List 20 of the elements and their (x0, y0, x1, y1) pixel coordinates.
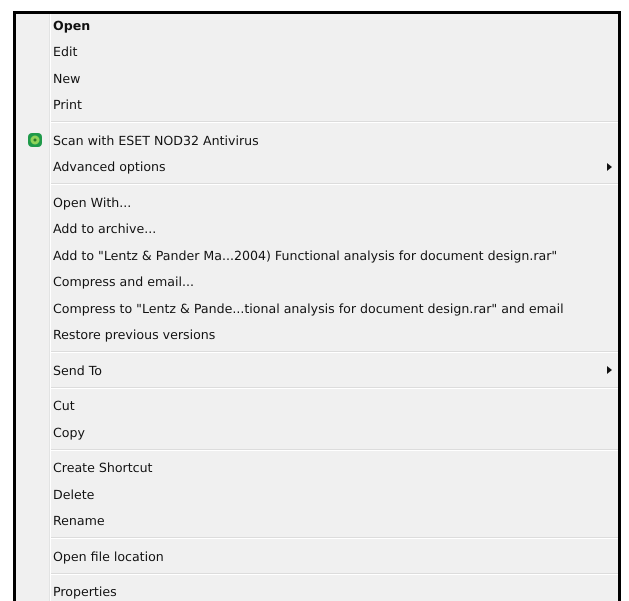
menu-item[interactable]: Open (53, 18, 90, 33)
menu-item[interactable]: Properties (53, 584, 117, 600)
menu-item[interactable]: Print (53, 97, 82, 112)
menu-item[interactable]: Send To (53, 362, 102, 378)
menu-item[interactable]: Open With... (53, 194, 132, 210)
menu-item[interactable]: Delete (53, 486, 94, 502)
menu-item[interactable]: Advanced options (53, 159, 166, 174)
menu-item[interactable]: New (53, 70, 80, 86)
menu-item[interactable]: Cut (53, 398, 75, 414)
menu-item[interactable]: Compress and email... (53, 274, 194, 290)
menu-item[interactable]: Rename (53, 513, 105, 528)
menu-item[interactable]: Add to archive... (53, 221, 156, 236)
menu-item[interactable]: Edit (53, 44, 78, 60)
menu-item[interactable]: Copy (53, 424, 85, 440)
menu-item[interactable]: Add to "Lentz & Pander Ma...2004) Functional analysis for document design.rar" (53, 248, 558, 263)
menu-item[interactable]: Open file location (53, 548, 164, 564)
menu-item[interactable]: Scan with ESET NOD32 Antivirus (53, 132, 259, 148)
menu-item[interactable]: Create Shortcut (53, 460, 152, 476)
menu-item[interactable]: Compress to "Lentz & Pande...tional analysis for document design.rar" and email (53, 300, 564, 316)
menu-item[interactable]: Restore previous versions (53, 327, 216, 342)
